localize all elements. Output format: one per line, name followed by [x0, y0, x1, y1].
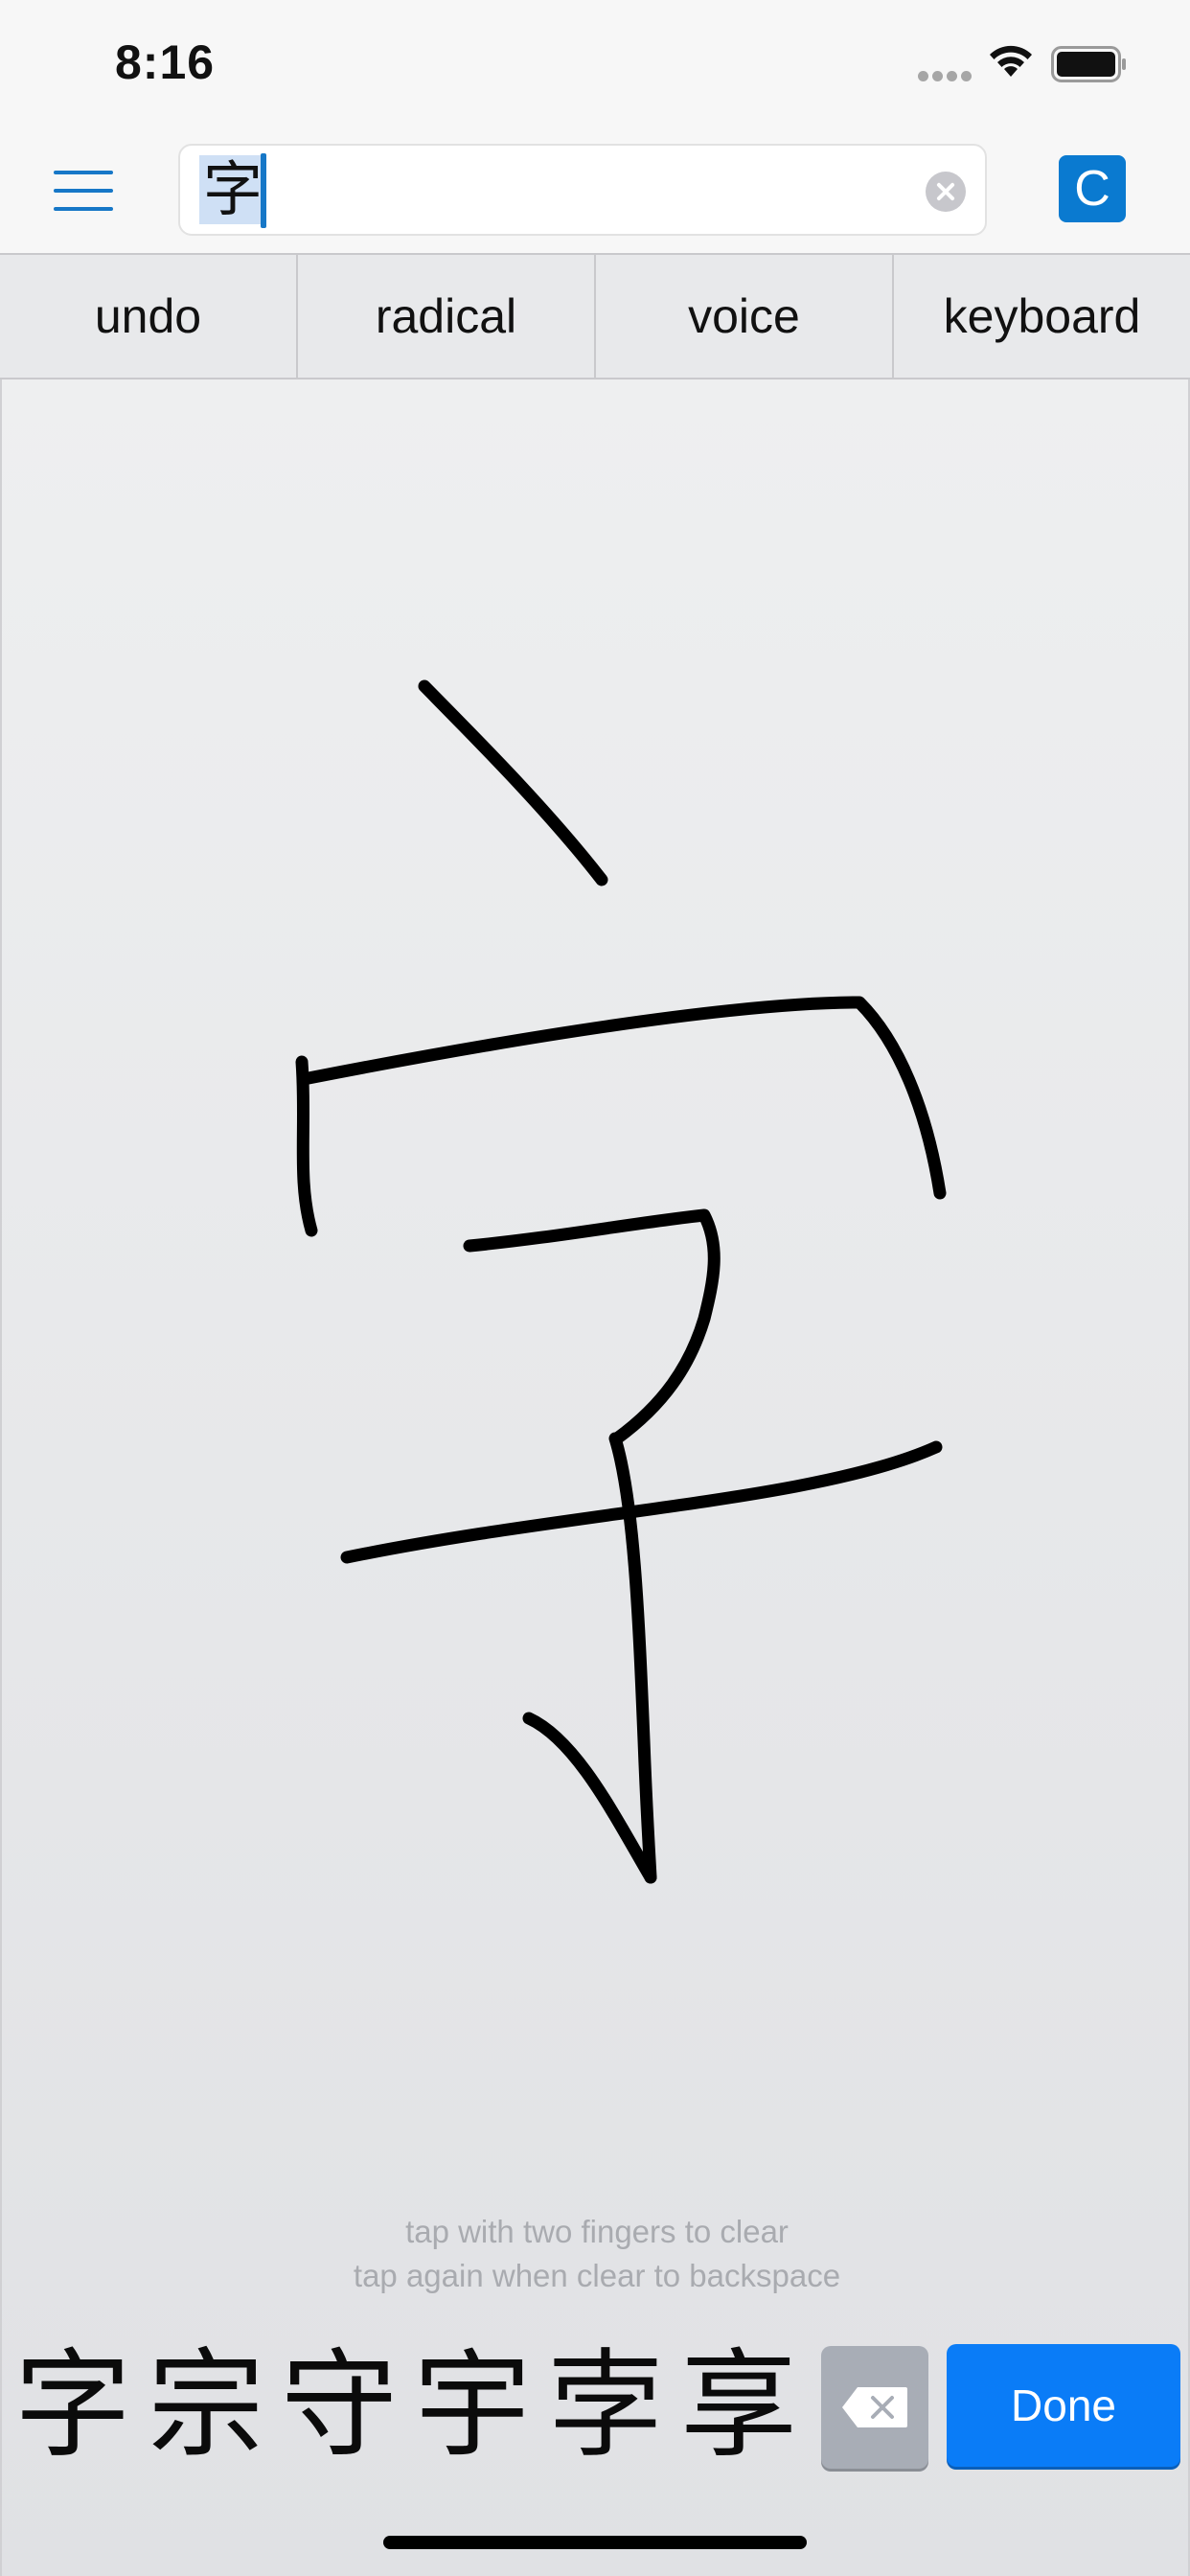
voice-button[interactable]: voice: [596, 255, 894, 378]
text-cursor: [261, 153, 266, 228]
candidate-character[interactable]: 宇: [407, 2338, 538, 2472]
ink-stroke: [418, 679, 608, 886]
clear-circle-icon[interactable]: [926, 172, 966, 212]
backspace-hint: tap again when clear to backspace: [353, 2258, 841, 2293]
backspace-icon: [842, 2387, 907, 2427]
candidate-character[interactable]: 宗: [141, 2338, 271, 2472]
c-button[interactable]: C: [1059, 155, 1126, 222]
menu-button[interactable]: [54, 167, 115, 215]
status-bar: 8:16: [0, 0, 1190, 126]
handwriting-toolbar: undo radical voice keyboard: [0, 253, 1190, 380]
ink-stroke: [302, 996, 947, 1200]
menu-icon-bar: [54, 207, 113, 211]
undo-button[interactable]: undo: [0, 255, 298, 378]
candidate-character[interactable]: 守: [274, 2338, 404, 2472]
wifi-icon: [990, 45, 1032, 77]
hamburger-menu-icon: [54, 171, 113, 174]
keyboard-button[interactable]: keyboard: [894, 255, 1190, 378]
done-button[interactable]: Done: [947, 2344, 1180, 2467]
clear-hint: tap with two fingers to clear: [405, 2214, 789, 2249]
backspace-button[interactable]: [821, 2346, 928, 2469]
candidate-bar: 字 宗 守 宇 孛 享 Done: [0, 2338, 1190, 2472]
menu-icon-bar: [54, 189, 113, 193]
search-input-value: 字: [199, 155, 267, 224]
ink-stroke: [463, 1208, 721, 1445]
home-indicator: [383, 2536, 807, 2549]
handwriting-canvas[interactable]: tap with two fingers to clear tap again …: [0, 380, 1190, 2576]
candidate-character[interactable]: 字: [8, 2338, 138, 2472]
ink-stroke: [295, 1055, 318, 1237]
status-time: 8:16: [115, 35, 216, 89]
battery-icon: [1051, 46, 1126, 82]
radical-button[interactable]: radical: [298, 255, 596, 378]
candidate-character[interactable]: 享: [674, 2338, 804, 2472]
candidate-character[interactable]: 孛: [540, 2338, 671, 2472]
search-input[interactable]: 字: [178, 144, 987, 236]
navigation-bar: 字 C: [0, 126, 1190, 253]
ink-stroke: [340, 1440, 943, 1564]
ink-stroke: [522, 1712, 657, 1884]
app-screen: 8:16 字 C undo radical voice keyboard tap…: [0, 0, 1190, 2576]
cellular-signal-icon: [918, 71, 972, 82]
